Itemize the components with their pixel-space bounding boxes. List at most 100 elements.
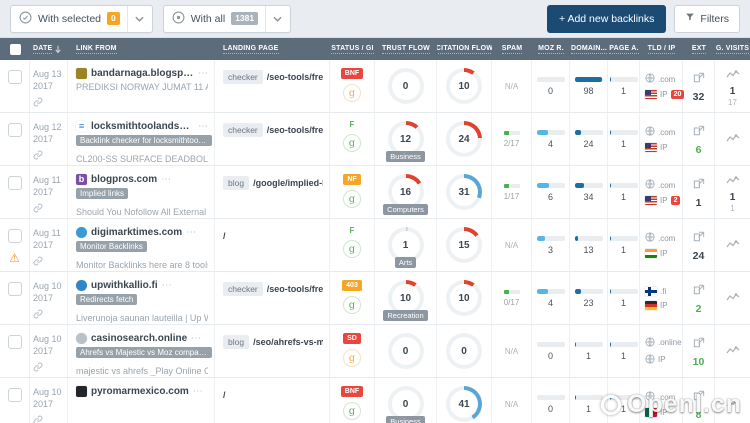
column-header-label[interactable]: DATE [33, 45, 53, 54]
row-checkbox[interactable] [7, 70, 22, 84]
with-selected-dropdown[interactable]: With selected 0 [10, 4, 153, 33]
with-all-dropdown[interactable]: With all 1381 [162, 4, 292, 33]
external-links-icon [693, 70, 705, 88]
domain-link[interactable]: pyromarmexico.com [91, 386, 189, 397]
filters-button[interactable]: Filters [674, 4, 740, 33]
favicon [76, 333, 87, 344]
ip-label: IP [660, 249, 668, 258]
row-checkbox[interactable] [7, 335, 22, 349]
more-icon[interactable]: ⋯ [198, 68, 208, 79]
trust-flow-value: 0 [391, 72, 420, 100]
domain-authority-value: 24 [583, 138, 594, 149]
visits-sparkline-icon[interactable] [726, 130, 740, 148]
row-checkbox[interactable] [7, 123, 22, 137]
visits-sparkline-icon[interactable] [726, 172, 740, 190]
tld-value: .com [658, 127, 676, 137]
external-links-icon [693, 176, 705, 194]
row-checkbox[interactable] [7, 229, 22, 243]
landing-path-link[interactable]: /seo-tools/free-bac... [267, 125, 323, 135]
column-header-label[interactable]: TRUST FLOW [382, 45, 430, 54]
visits-sparkline-icon[interactable] [726, 66, 740, 84]
globe-icon [645, 179, 655, 191]
google-index-indicator[interactable]: g [343, 402, 361, 420]
landing-path-link[interactable]: /seo-tools/free-bac... [267, 284, 323, 294]
domain-link[interactable]: digimarktimes.com [91, 227, 182, 238]
landing-tag: checker [223, 70, 263, 84]
domain-link[interactable]: blogpros.com [91, 174, 157, 185]
moz-rank-value: 0 [547, 350, 553, 361]
google-index-indicator[interactable]: g [343, 84, 361, 102]
page-authority-value: 1 [620, 138, 626, 149]
visits-sub-value: 17 [728, 97, 737, 107]
divider [126, 5, 128, 32]
column-header-label[interactable]: SPAM [501, 45, 523, 54]
page-title: Monitor Backlinks here are 8 tools... [76, 260, 208, 270]
column-header-label[interactable]: DOMAIN... [570, 45, 608, 54]
add-new-backlinks-button[interactable]: + Add new backlinks [546, 4, 667, 33]
google-index-indicator[interactable]: g [343, 296, 361, 314]
visits-sparkline-icon[interactable] [726, 395, 740, 413]
landing-path-link[interactable]: /seo/ahrefs-vs-majesti... [253, 337, 323, 347]
column-header-label[interactable]: CITATION FLOW [437, 45, 492, 54]
domain-link[interactable]: upwithkallio.fi [91, 280, 158, 291]
visits-sparkline-icon[interactable] [726, 289, 740, 307]
spam-value: 1/17 [503, 191, 520, 201]
domain-authority-bar [574, 182, 603, 188]
google-index-indicator[interactable]: g [343, 349, 361, 367]
domain-link[interactable]: casinosearch.online [91, 333, 187, 344]
link-chain-icon[interactable] [33, 309, 67, 323]
tld-value: .fi [660, 286, 667, 296]
column-header-label[interactable]: TLD / IP [647, 45, 676, 54]
more-icon[interactable]: ⋯ [191, 333, 201, 344]
citation-flow-value: 31 [450, 178, 478, 206]
link-chain-icon[interactable] [33, 150, 67, 164]
more-icon[interactable]: ⋯ [186, 227, 196, 238]
landing-path-link[interactable]: /google/implied-links/ [253, 178, 323, 188]
link-chain-icon[interactable] [33, 97, 67, 111]
more-icon[interactable]: ⋯ [198, 121, 208, 132]
google-index-indicator[interactable]: g [343, 190, 361, 208]
column-header-label[interactable]: LINK FROM [76, 45, 117, 54]
visits-sparkline-icon[interactable] [726, 236, 740, 254]
more-icon[interactable]: ⋯ [193, 386, 203, 397]
link-chain-icon[interactable] [33, 362, 67, 376]
domain-authority-bar [574, 394, 603, 400]
page-authority-value: 1 [620, 191, 626, 202]
date-year-text: 2017 [33, 239, 54, 250]
trust-flow-topic-tag: Business [386, 151, 425, 162]
globe-icon [645, 126, 655, 138]
ip-label: IP [660, 196, 668, 205]
column-header-label[interactable]: STATUS / GI [331, 45, 374, 54]
column-header-label[interactable]: G. VISITS [715, 45, 750, 54]
domain-link[interactable]: bandarnaga.blogspot.com [91, 68, 194, 79]
citation-flow-gauge: 24 [446, 121, 482, 157]
link-chain-icon[interactable] [33, 203, 67, 217]
link-chain-icon[interactable] [33, 415, 67, 423]
row-checkbox[interactable] [7, 388, 22, 402]
visits-sparkline-icon[interactable] [726, 342, 740, 360]
spam-value: 0/17 [503, 297, 520, 307]
column-header-label[interactable]: PAGE A. [609, 45, 639, 54]
moz-rank-value: 3 [547, 244, 553, 255]
ext-value: 2 [695, 302, 702, 315]
row-checkbox[interactable] [7, 282, 22, 296]
landing-path-link[interactable]: / [223, 390, 226, 400]
select-all-checkbox[interactable] [9, 43, 21, 55]
google-index-indicator[interactable]: g [343, 240, 361, 258]
row-checkbox[interactable] [7, 176, 22, 190]
domain-authority-value: 34 [583, 191, 594, 202]
citation-flow-value: 41 [450, 390, 478, 418]
google-index-indicator[interactable]: g [343, 134, 361, 152]
domain-link[interactable]: locksmithtoolandsupply.com [91, 121, 194, 132]
date-text: Aug 11 [33, 175, 61, 185]
ip-label: IP [660, 143, 668, 152]
landing-path-link[interactable]: / [223, 231, 226, 241]
citation-flow-gauge: 0 [446, 333, 482, 369]
more-icon[interactable]: ⋯ [161, 174, 171, 185]
landing-path-link[interactable]: /seo-tools/free-bac... [267, 72, 323, 82]
link-chain-icon[interactable] [33, 256, 67, 270]
column-header-label[interactable]: EXT [691, 45, 707, 54]
more-icon[interactable]: ⋯ [162, 280, 172, 291]
column-header-label[interactable]: MOZ R. [538, 45, 564, 54]
column-header-label[interactable]: LANDING PAGE [223, 45, 279, 54]
